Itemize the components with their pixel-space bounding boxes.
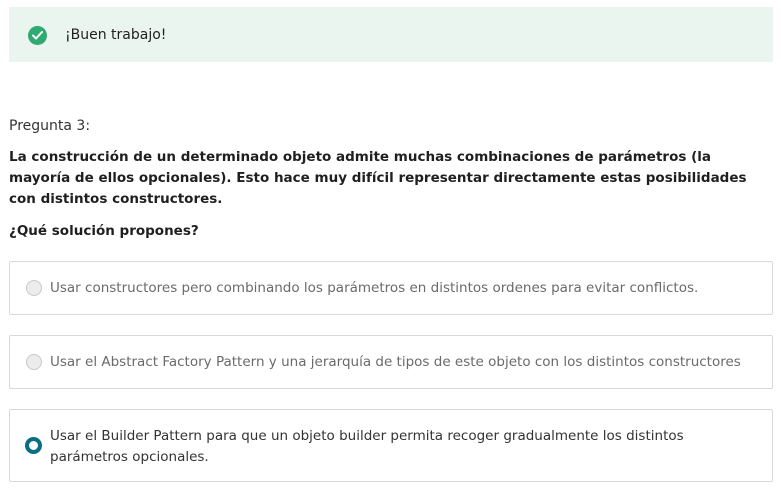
radio-button-unchecked[interactable]	[26, 354, 42, 370]
question-prompt: ¿Qué solución propones?	[9, 223, 199, 239]
answer-option-label: Usar el Builder Pattern para que un obje…	[50, 428, 684, 465]
answer-option-2[interactable]: Usar el Abstract Factory Pattern y una j…	[9, 335, 773, 389]
answer-option-label: Usar constructores pero combinando los p…	[50, 280, 699, 296]
success-message: ¡Buen trabajo!	[65, 27, 167, 43]
question-text: La construcción de un determinado objeto…	[9, 149, 747, 207]
check-circle-icon	[28, 26, 47, 45]
answer-option-3[interactable]: Usar el Builder Pattern para que un obje…	[9, 409, 773, 482]
question-number: Pregunta 3:	[9, 118, 91, 134]
quiz-page: ¡Buen trabajo! Pregunta 3: La construcci…	[0, 0, 781, 491]
radio-button-unchecked[interactable]	[26, 280, 42, 296]
answer-option-label: Usar el Abstract Factory Pattern y una j…	[50, 354, 741, 370]
answer-option-1[interactable]: Usar constructores pero combinando los p…	[9, 261, 773, 315]
radio-button-checked[interactable]	[25, 437, 42, 454]
